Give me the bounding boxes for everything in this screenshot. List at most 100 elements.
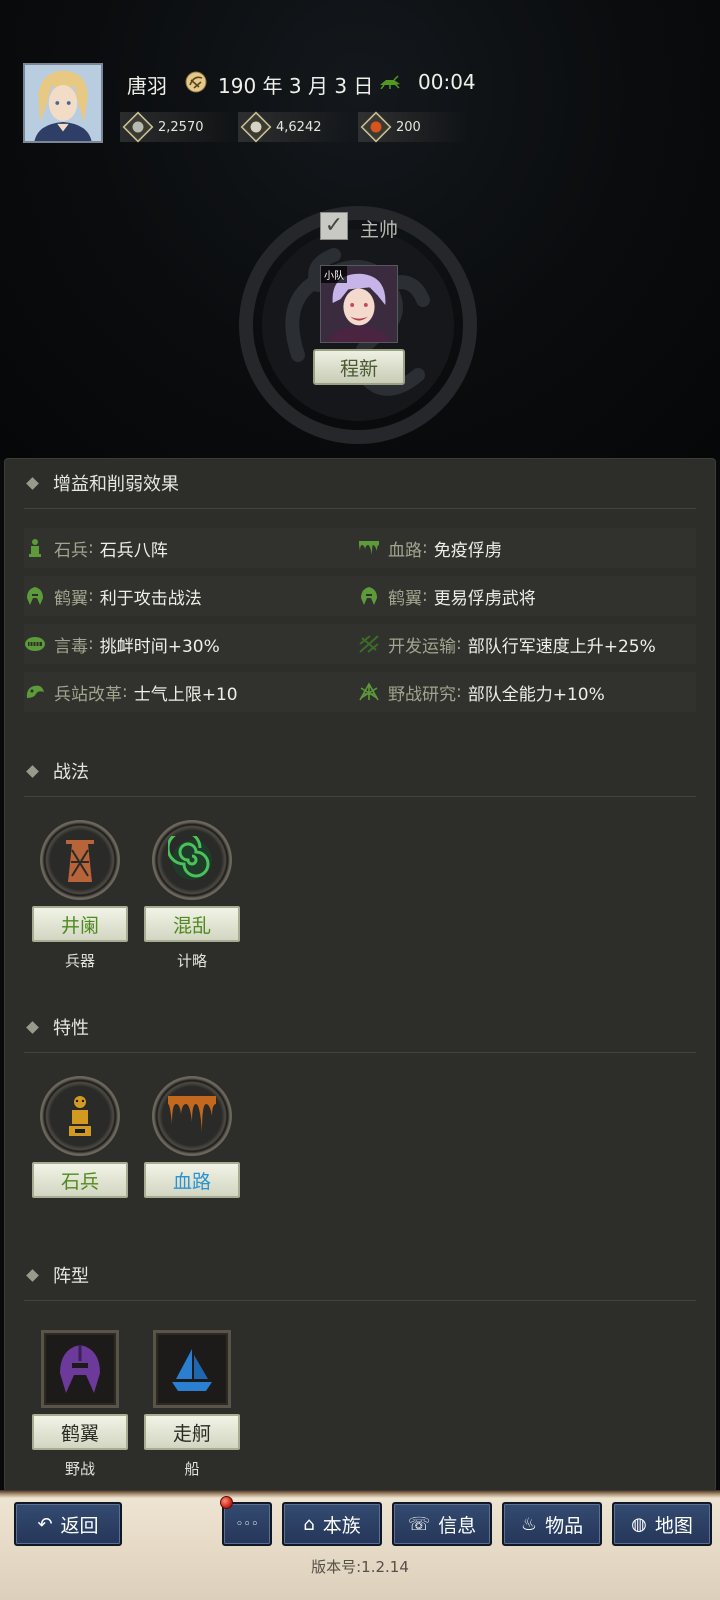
bag-icon: ♨	[520, 1513, 538, 1535]
version-text: 版本号:1.2.14	[311, 1558, 409, 1576]
helmet-icon	[24, 585, 46, 607]
traits-title-text: 特性	[53, 1018, 89, 1039]
orb-resource: 200	[358, 111, 468, 143]
trait-name-button[interactable]: 石兵	[32, 1162, 128, 1198]
effect-value: 部队全能力+10%	[467, 684, 605, 705]
formation-item[interactable]: 鹤翼 野战	[30, 1330, 130, 1479]
trait-name-button[interactable]: 血路	[144, 1162, 240, 1198]
formation-item[interactable]: 走舸 船	[142, 1330, 242, 1479]
traits-section-title: 特性	[26, 1014, 89, 1040]
effect-key: 鹤翼	[54, 588, 88, 609]
map-label: 地图	[654, 1514, 693, 1537]
spiral-icon	[152, 820, 232, 900]
game-date: 190 年 3 月 3 日	[218, 74, 374, 98]
tactic-name-button[interactable]: 井阑	[32, 906, 128, 942]
effect-item: 野战研究: 部队全能力+10%	[358, 674, 605, 710]
diamond-bullet-icon	[26, 764, 39, 778]
effect-item: 兵站改革: 士气上限+10	[24, 674, 238, 710]
effect-value: 部队行军速度上升+25%	[467, 636, 656, 657]
field-research-icon	[358, 681, 380, 703]
orange-orb-icon	[360, 111, 392, 143]
clan-label: 本族	[322, 1514, 361, 1537]
effect-key: 开发运输	[388, 636, 456, 657]
effect-item: 石兵: 石兵八阵	[24, 530, 168, 566]
silver-amount: 2,2570	[158, 119, 204, 135]
formations-section-title: 阵型	[26, 1262, 89, 1288]
trait-item[interactable]: 石兵	[30, 1076, 130, 1198]
effect-value: 更易俘虏武将	[433, 588, 536, 609]
commander-checkbox[interactable]: ✓	[320, 212, 348, 240]
effect-item: 开发运输: 部队行军速度上升+25%	[358, 626, 656, 662]
formation-name-button[interactable]: 鹤翼	[32, 1414, 128, 1450]
stone-soldier-icon	[24, 537, 46, 559]
items-button[interactable]: ♨ 物品	[502, 1502, 602, 1546]
siege-tower-icon	[40, 820, 120, 900]
effect-key: 野战研究	[388, 684, 456, 705]
tactic-item[interactable]: 混乱 计略	[142, 820, 242, 971]
player-name: 唐羽	[127, 74, 167, 98]
chat-bubble-icon: ☏	[407, 1513, 431, 1535]
transport-icon	[358, 633, 380, 655]
info-button[interactable]: ☏ 信息	[392, 1502, 492, 1546]
season-icon	[185, 71, 207, 93]
cricket-icon	[380, 75, 400, 89]
divider	[24, 508, 696, 509]
orb-amount: 200	[396, 119, 421, 135]
divider	[24, 1052, 696, 1053]
helmet-icon	[358, 585, 380, 607]
effects-title-text: 增益和削弱效果	[53, 474, 179, 495]
player-avatar[interactable]	[23, 63, 103, 143]
formations-title-text: 阵型	[53, 1266, 89, 1287]
map-button[interactable]: ◍ 地图	[612, 1502, 712, 1546]
divider	[24, 796, 696, 797]
food-amount: 4,6242	[276, 119, 322, 135]
diamond-bullet-icon	[26, 1268, 39, 1282]
effect-key: 石兵	[54, 540, 88, 561]
tactic-type: 计略	[176, 952, 207, 970]
tactic-type: 兵器	[64, 952, 95, 970]
diamond-bullet-icon	[26, 1020, 39, 1034]
effect-value: 挑衅时间+30%	[99, 636, 220, 657]
effect-key: 言毒	[54, 636, 88, 657]
food-resource: 4,6242	[238, 111, 358, 143]
back-button[interactable]: ↶ 返回	[14, 1502, 122, 1546]
more-button[interactable]: ◦◦◦	[222, 1502, 272, 1546]
effect-item: 鹤翼: 利于攻击战法	[24, 578, 202, 614]
effect-value: 利于攻击战法	[99, 588, 202, 609]
items-label: 物品	[545, 1514, 584, 1537]
stone-soldier-icon	[40, 1076, 120, 1156]
effect-item: 血路: 免疫俘虏	[358, 530, 502, 566]
clan-icon: ⌂	[303, 1513, 315, 1535]
sailboat-icon	[153, 1330, 231, 1408]
toxic-mouth-icon	[24, 633, 46, 655]
silver-coin-icon	[122, 111, 154, 143]
unit-tag: 小队	[321, 266, 347, 283]
rice-bowl-icon	[240, 111, 272, 143]
notification-dot	[220, 1496, 233, 1509]
clan-button[interactable]: ⌂ 本族	[282, 1502, 382, 1546]
more-label: ◦◦◦	[235, 1516, 259, 1532]
blood-drip-icon	[358, 537, 380, 559]
commander-checkbox-label: 主帅	[360, 219, 399, 241]
diamond-bullet-icon	[26, 476, 39, 490]
general-name-button[interactable]: 程新	[313, 349, 405, 385]
trait-item[interactable]: 血路	[142, 1076, 242, 1198]
info-label: 信息	[438, 1514, 477, 1537]
helmet-icon	[41, 1330, 119, 1408]
divider	[24, 1300, 696, 1301]
blood-drip-icon	[152, 1076, 232, 1156]
formation-type: 野战	[64, 1460, 95, 1478]
tactics-title-text: 战法	[53, 762, 89, 783]
effect-key: 血路	[388, 540, 422, 561]
tactic-name-button[interactable]: 混乱	[144, 906, 240, 942]
formation-type: 船	[184, 1460, 200, 1478]
effect-value: 石兵八阵	[99, 540, 168, 561]
globe-icon: ◍	[631, 1513, 647, 1535]
effects-section-title: 增益和削弱效果	[26, 470, 179, 496]
game-time: 00:04	[418, 70, 476, 94]
formation-name-button[interactable]: 走舸	[144, 1414, 240, 1450]
effect-item: 鹤翼: 更易俘虏武将	[358, 578, 536, 614]
tactic-item[interactable]: 井阑 兵器	[30, 820, 130, 971]
back-arrow-icon: ↶	[37, 1513, 53, 1535]
back-label: 返回	[60, 1514, 99, 1537]
